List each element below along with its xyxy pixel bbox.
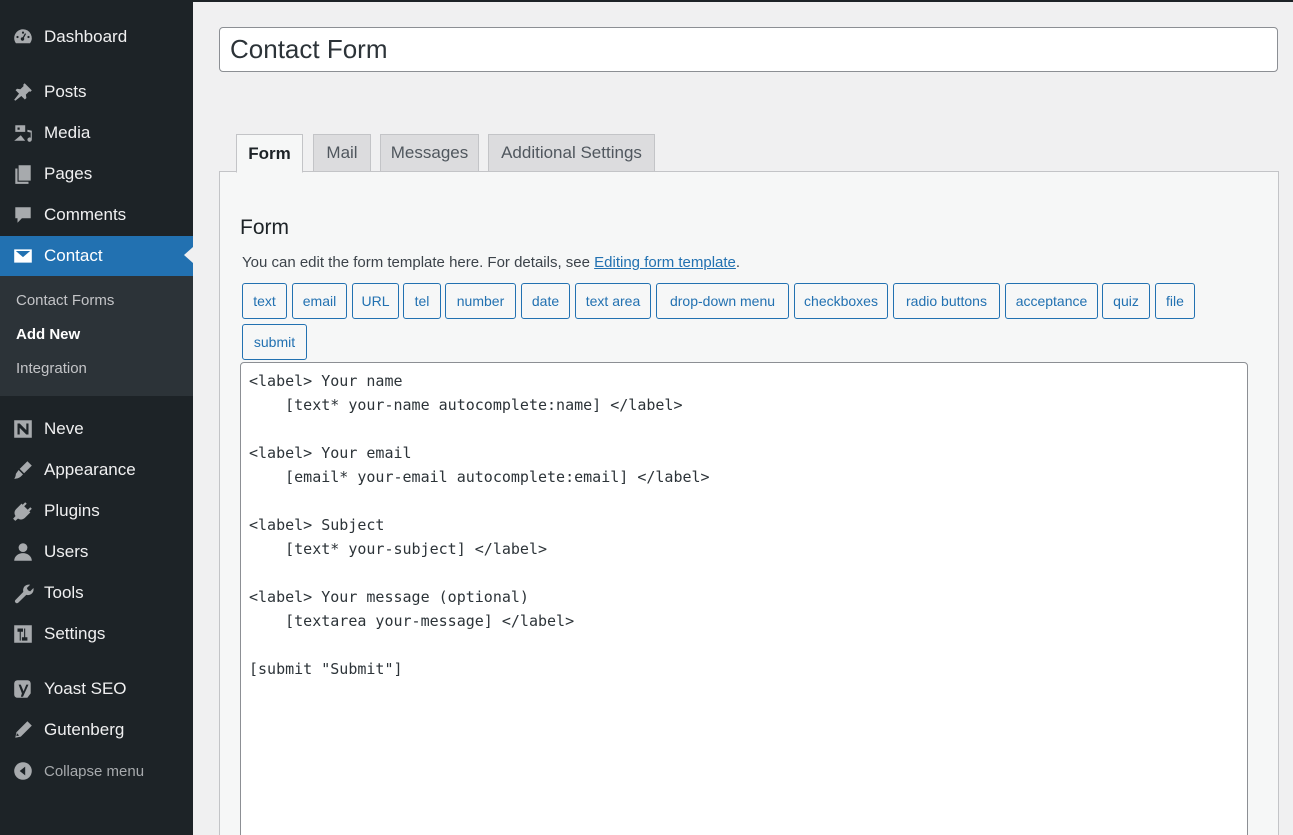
panel-description: You can edit the form template here. For… — [242, 254, 740, 271]
tab-additional-settings[interactable]: Additional Settings — [488, 134, 655, 172]
submenu-item-add-new[interactable]: Add New — [16, 326, 80, 343]
tag-button-acceptance[interactable]: acceptance — [1005, 283, 1098, 319]
submenu-item-contact-forms[interactable]: Contact Forms — [16, 292, 114, 309]
sidebar-item-label: Yoast SEO — [44, 679, 127, 698]
form-template-editor[interactable]: <label> Your name [text* your-name autoc… — [240, 362, 1248, 835]
sidebar-item-label: Tools — [44, 583, 84, 602]
sidebar-item-label: Neve — [44, 419, 84, 438]
tag-button-radio-buttons[interactable]: radio buttons — [893, 283, 1000, 319]
collapse-icon — [0, 752, 44, 790]
plug-icon — [0, 492, 44, 530]
tag-button-url[interactable]: URL — [352, 283, 399, 319]
sidebar-item-comments[interactable]: Comments — [0, 196, 193, 234]
pin-icon — [0, 73, 44, 111]
tag-button-number[interactable]: number — [445, 283, 516, 319]
sidebar-item-gutenberg[interactable]: Gutenberg — [0, 711, 193, 749]
sidebar-item-plugins[interactable]: Plugins — [0, 492, 193, 530]
tab-form[interactable]: Form — [236, 134, 303, 173]
form-title-input[interactable]: Contact Form — [219, 27, 1278, 72]
tag-button-checkboxes[interactable]: checkboxes — [794, 283, 888, 319]
sidebar-item-dashboard[interactable]: Dashboard — [0, 18, 193, 56]
sidebar-item-label: Comments — [44, 205, 127, 224]
tab-messages[interactable]: Messages — [380, 134, 479, 172]
current-menu-arrow — [184, 247, 193, 263]
submenu-item-integration[interactable]: Integration — [16, 360, 87, 377]
description-text: You can edit the form template here. For… — [242, 254, 595, 271]
dashboard-icon — [0, 18, 44, 56]
tag-button-drop-down-menu[interactable]: drop-down menu — [656, 283, 789, 319]
sidebar-item-neve[interactable]: Neve — [0, 410, 193, 448]
tab-mail[interactable]: Mail — [313, 134, 371, 172]
sidebar-item-label: Pages — [44, 164, 93, 183]
user-icon — [0, 533, 44, 571]
sidebar-item-label: Media — [44, 123, 91, 142]
sidebar-item-appearance[interactable]: Appearance — [0, 451, 193, 489]
envelope-icon — [0, 237, 44, 275]
sidebar-item-contact[interactable]: Contact — [0, 236, 193, 276]
description-end: . — [735, 254, 741, 271]
collapse-menu-button[interactable]: Collapse menu — [0, 752, 193, 790]
tag-button-tel[interactable]: tel — [403, 283, 441, 319]
comment-icon — [0, 196, 44, 234]
sidebar-item-label: Gutenberg — [44, 720, 125, 739]
sidebar-item-label: Appearance — [44, 460, 136, 479]
editing-form-template-link[interactable]: Editing form template — [594, 254, 736, 271]
sidebar-item-label: Plugins — [44, 501, 100, 520]
settings-icon — [0, 615, 44, 653]
neve-icon — [0, 410, 44, 448]
tag-button-email[interactable]: email — [292, 283, 347, 319]
sidebar-item-label: Posts — [44, 82, 87, 101]
tag-button-text-area[interactable]: text area — [575, 283, 651, 319]
admin-sidebar: Dashboard Posts Media Pages Comments Con… — [0, 0, 193, 835]
tag-button-submit[interactable]: submit — [242, 324, 307, 360]
media-icon — [0, 114, 44, 152]
sidebar-item-yoast-seo[interactable]: Yoast SEO — [0, 670, 193, 708]
collapse-menu-label: Collapse menu — [44, 762, 145, 780]
sidebar-item-users[interactable]: Users — [0, 533, 193, 571]
sidebar-item-pages[interactable]: Pages — [0, 155, 193, 193]
sidebar-item-settings[interactable]: Settings — [0, 615, 193, 653]
sidebar-item-label: Dashboard — [44, 27, 128, 46]
tag-button-text[interactable]: text — [242, 283, 287, 319]
tag-button-file[interactable]: file — [1155, 283, 1195, 319]
pencil-icon — [0, 711, 44, 749]
brush-icon — [0, 451, 44, 489]
panel-heading: Form — [240, 216, 289, 239]
tag-button-quiz[interactable]: quiz — [1102, 283, 1150, 319]
admin-bar-edge — [193, 0, 1293, 2]
pages-icon — [0, 155, 44, 193]
yoast-icon — [0, 670, 44, 708]
tag-button-date[interactable]: date — [521, 283, 570, 319]
wrench-icon — [0, 574, 44, 612]
sidebar-item-media[interactable]: Media — [0, 114, 193, 152]
sidebar-item-posts[interactable]: Posts — [0, 73, 193, 111]
sidebar-item-label: Settings — [44, 624, 106, 643]
sidebar-item-label: Contact — [44, 246, 103, 265]
sidebar-item-label: Users — [44, 542, 89, 561]
sidebar-item-tools[interactable]: Tools — [0, 574, 193, 612]
